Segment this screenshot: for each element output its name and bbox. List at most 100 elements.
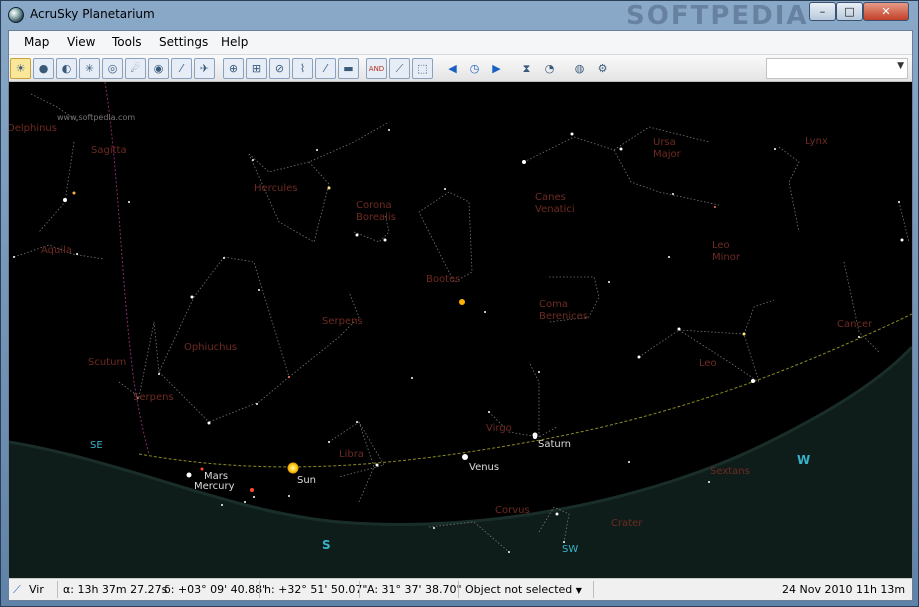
label-leo: Leo <box>699 358 717 369</box>
toolbar: ☀ ● ◐ ✳ ◎ ☄ ◉ ⁄ ✈ ⊕ ⊞ ⊘ ⌇ ⁄ ▬ AND ⟋ ⬚ ◀ ◷ ▶ ⧗ ◔ ◍ ⚙ ▼ <box>9 55 912 82</box>
saturn-marker[interactable] <box>532 432 538 438</box>
app-planet-icon <box>8 7 24 23</box>
constellation-boundaries-icon: ⬚ <box>417 62 428 75</box>
menu-view[interactable]: View <box>67 35 95 49</box>
status-separator <box>259 581 260 598</box>
label-serpens-cauda: Serpens <box>133 392 174 403</box>
time-forward-icon: ▶ <box>492 62 501 75</box>
status-separator <box>593 581 594 598</box>
label-aquila: Aquila <box>41 245 72 256</box>
menu-settings[interactable]: Settings <box>159 35 208 49</box>
constellation-lines-button[interactable]: ⟋ <box>389 58 410 79</box>
status-dec: δ: +03° 09' 40.88" <box>164 583 268 596</box>
time-back-button[interactable]: ◀ <box>442 58 463 79</box>
label-libra: Libra <box>339 449 364 460</box>
time-flow-icon: ⧗ <box>522 61 531 75</box>
mars-marker[interactable] <box>186 472 192 478</box>
settings-gears-button[interactable]: ⚙ <box>592 58 613 79</box>
status-separator <box>57 581 58 598</box>
minimize-button[interactable]: – <box>809 2 836 21</box>
menu-tools[interactable]: Tools <box>112 35 142 49</box>
status-azimuth: A: 31° 37' 38.70" <box>367 583 462 596</box>
meteors-toggle-icon: ⁄ <box>180 62 183 75</box>
client-area: Map View Tools Settings Help ☀ ● ◐ ✳ ◎ ☄ ◉ ⁄ ✈ ⊕ ⊞… <box>8 30 913 601</box>
label-leo-minor-1: Leo <box>712 240 730 251</box>
asteroids-toggle-icon: ◉ <box>153 62 164 75</box>
stars-toggle-icon: ✳ <box>84 62 95 75</box>
chevron-down-icon: ▼ <box>575 586 582 595</box>
menu-help[interactable]: Help <box>221 35 248 49</box>
time-forward-button[interactable]: ▶ <box>486 58 507 79</box>
alt-az-grid-button[interactable]: ⊞ <box>246 58 267 79</box>
planets-toggle-icon: ◐ <box>61 62 72 75</box>
constellation-names-button[interactable]: AND <box>366 58 387 79</box>
time-now-button[interactable]: ◷ <box>464 58 485 79</box>
sky-map[interactable]: www.softpedia.com Delphinus Sagitta Herc… <box>9 82 912 578</box>
label-crater: Crater <box>611 518 643 529</box>
label-corona: Corona <box>356 200 392 211</box>
moon-toggle-icon: ● <box>38 62 49 75</box>
stars-toggle-button[interactable]: ✳ <box>79 58 100 79</box>
moon-toggle-button[interactable]: ● <box>33 58 54 79</box>
selection-dropdown[interactable]: Object not selected ▼ <box>465 583 582 596</box>
satellites-toggle-button[interactable]: ✈ <box>194 58 215 79</box>
app-window: AcruSky Planetarium SOFTPEDIA – □ ✕ Map … <box>0 0 919 607</box>
label-ophiuchus: Ophiuchus <box>184 342 237 353</box>
sun-toggle-button[interactable]: ☀ <box>10 58 31 79</box>
atmosphere-icon: ⁄ <box>324 62 327 75</box>
menu-map[interactable]: Map <box>24 35 49 49</box>
deep-sky-toggle-button[interactable]: ◎ <box>102 58 123 79</box>
status-altitude: h: +32° 51' 50.07" <box>264 583 368 596</box>
maximize-button[interactable]: □ <box>836 2 863 21</box>
comets-toggle-button[interactable]: ☄ <box>125 58 146 79</box>
close-button[interactable]: ✕ <box>863 2 909 21</box>
constellation-boundaries-button[interactable]: ⬚ <box>412 58 433 79</box>
settings-gears-icon: ⚙ <box>597 62 608 75</box>
meteors-toggle-button[interactable]: ⁄ <box>171 58 192 79</box>
label-bootes: Bootes <box>426 274 460 285</box>
milky-way-button[interactable]: ⌇ <box>292 58 313 79</box>
label-berenices: Berenices <box>539 311 588 322</box>
selection-label: Object not selected <box>465 583 573 596</box>
ecliptic-button[interactable]: ⊘ <box>269 58 290 79</box>
status-datetime: 24 Nov 2010 11h 13m <box>782 583 906 596</box>
comets-toggle-icon: ☄ <box>130 62 141 75</box>
red-star-marker <box>250 488 254 492</box>
label-venus: Venus <box>469 462 499 473</box>
label-scutum: Scutum <box>88 357 126 368</box>
label-cancer: Cancer <box>837 319 873 330</box>
title-bar[interactable]: AcruSky Planetarium SOFTPEDIA – □ ✕ <box>1 1 918 31</box>
label-corvus: Corvus <box>495 505 530 516</box>
label-hercules: Hercules <box>254 183 298 194</box>
atmosphere-button[interactable]: ⁄ <box>315 58 336 79</box>
chevron-down-icon[interactable]: ▼ <box>897 61 904 71</box>
asteroids-toggle-button[interactable]: ◉ <box>148 58 169 79</box>
status-constellation: Vir <box>29 583 44 596</box>
time-back-icon: ◀ <box>448 62 457 75</box>
label-virgo: Virgo <box>486 423 512 434</box>
softpedia-watermark: SOFTPEDIA <box>626 1 809 31</box>
planets-toggle-button[interactable]: ◐ <box>56 58 77 79</box>
milky-way-icon: ⌇ <box>299 62 306 75</box>
label-mercury: Mercury <box>194 481 235 492</box>
deep-sky-toggle-icon: ◎ <box>107 62 118 75</box>
status-bar: ⟋ Vir α: 13h 37m 27.27s δ: +03° 09' 40.8… <box>9 578 912 600</box>
object-search-combo[interactable]: ▼ <box>766 58 908 79</box>
constellation-lines-icon: ⟋ <box>395 61 404 75</box>
label-sun: Sun <box>297 475 316 486</box>
sky-chart[interactable]: www.softpedia.com Delphinus Sagitta Herc… <box>9 82 912 578</box>
venus-marker[interactable] <box>462 454 468 460</box>
label-leo-minor-2: Minor <box>712 252 741 263</box>
equatorial-grid-icon: ⊕ <box>228 62 239 75</box>
time-flow-button[interactable]: ⧗ <box>516 58 537 79</box>
menu-bar: Map View Tools Settings Help <box>9 31 912 55</box>
horizon-button[interactable]: ▬ <box>338 58 359 79</box>
sun-marker[interactable] <box>287 462 299 474</box>
compass-w: W <box>797 453 810 467</box>
location-globe-button[interactable]: ◍ <box>569 58 590 79</box>
clock-button[interactable]: ◔ <box>539 58 560 79</box>
status-separator <box>458 581 459 598</box>
ecliptic-icon: ⊘ <box>274 62 285 75</box>
equatorial-grid-button[interactable]: ⊕ <box>223 58 244 79</box>
satellites-toggle-icon: ✈ <box>199 62 210 75</box>
